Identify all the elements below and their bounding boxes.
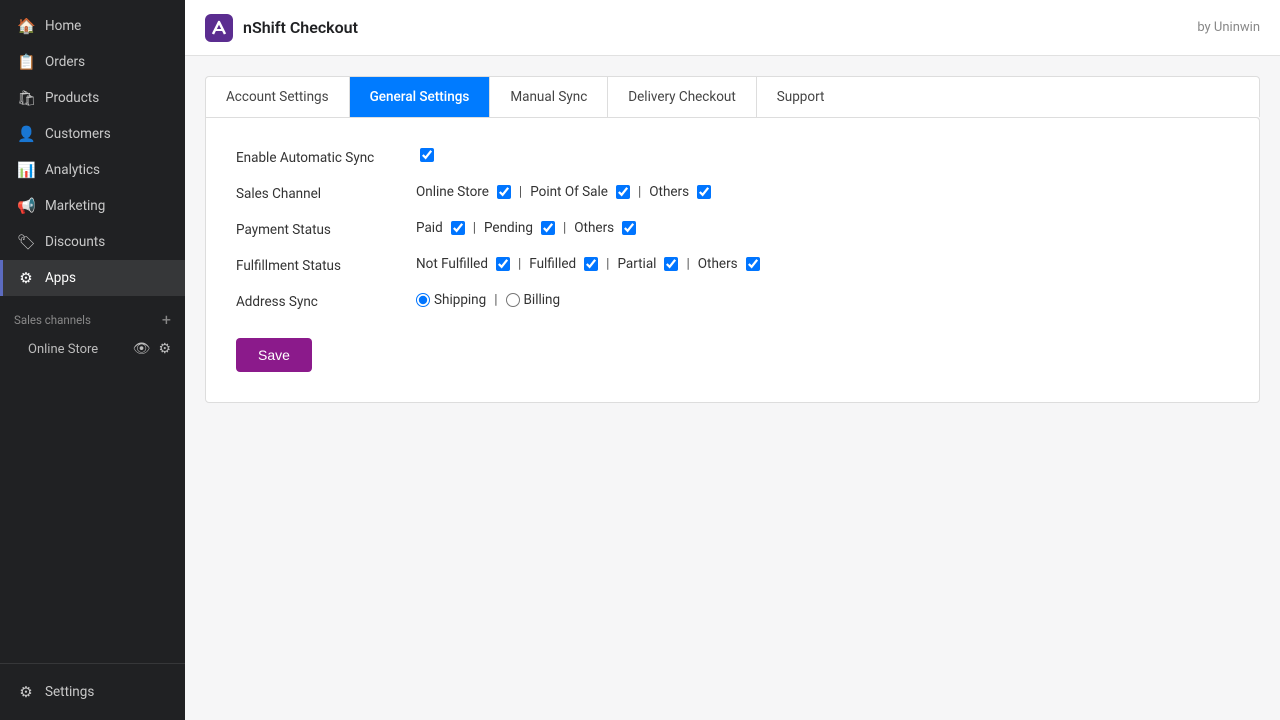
app-logo-icon — [205, 14, 233, 42]
settings-icon: ⚙ — [17, 683, 35, 701]
settings-panel: Enable Automatic Sync Sales Channel Onli… — [205, 117, 1260, 403]
app-name-text: nShift Checkout — [243, 18, 358, 37]
tab-support[interactable]: Support — [757, 77, 845, 117]
add-sales-channel-icon[interactable]: + — [162, 310, 171, 329]
sales-channel-point-of-sale[interactable]: Point Of Sale — [530, 184, 630, 200]
enable-auto-sync-checkbox[interactable] — [420, 148, 434, 162]
address-sync-billing-radio[interactable] — [506, 293, 520, 307]
payment-status-value: Paid | Pending | Others — [416, 220, 636, 236]
enable-auto-sync-row: Enable Automatic Sync — [236, 148, 1229, 166]
topbar: nShift Checkout by Uninwin — [185, 0, 1280, 56]
fulfillment-others[interactable]: Others — [698, 256, 760, 272]
apps-icon: ⚙ — [17, 269, 35, 287]
sidebar-item-online-store[interactable]: Online Store 👁 ⚙ — [0, 333, 185, 365]
sidebar-item-label-products: Products — [45, 90, 99, 106]
fulfillment-partial[interactable]: Partial — [617, 256, 678, 272]
home-icon: 🏠 — [17, 17, 35, 35]
sales-channel-row: Sales Channel Online Store | Point Of Sa… — [236, 184, 1229, 202]
sidebar-item-label-apps: Apps — [45, 270, 76, 286]
address-sync-billing[interactable]: Billing — [506, 292, 561, 308]
tab-general-settings[interactable]: General Settings — [350, 77, 491, 117]
payment-status-others[interactable]: Others — [574, 220, 636, 236]
online-store-label: Online Store — [28, 342, 98, 357]
settings-small-icon[interactable]: ⚙ — [158, 341, 171, 357]
enable-auto-sync-value — [416, 148, 434, 162]
fulfillment-fulfilled-checkbox[interactable] — [584, 257, 598, 271]
tab-manual-sync[interactable]: Manual Sync — [490, 77, 608, 117]
marketing-icon: 📢 — [17, 197, 35, 215]
sales-channel-others-checkbox[interactable] — [697, 185, 711, 199]
fulfillment-fulfilled[interactable]: Fulfilled — [529, 256, 598, 272]
sidebar-item-label-marketing: Marketing — [45, 198, 105, 214]
payment-status-others-checkbox[interactable] — [622, 221, 636, 235]
payment-status-pending[interactable]: Pending — [484, 220, 555, 236]
address-sync-value: Shipping | Billing — [416, 292, 560, 308]
sidebar-item-analytics[interactable]: 📊 Analytics — [0, 152, 185, 188]
sales-channels-section: Sales channels + — [0, 296, 185, 333]
sidebar-item-label-customers: Customers — [45, 126, 111, 142]
main-area: nShift Checkout by Uninwin Account Setti… — [185, 0, 1280, 720]
tabs-bar: Account SettingsGeneral SettingsManual S… — [205, 76, 1260, 117]
sidebar-item-label-discounts: Discounts — [45, 234, 105, 250]
sidebar-item-customers[interactable]: 👤 Customers — [0, 116, 185, 152]
address-sync-label: Address Sync — [236, 292, 396, 310]
sales-channel-value: Online Store | Point Of Sale | Others — [416, 184, 711, 200]
online-store-icons: 👁 ⚙ — [133, 341, 171, 357]
fulfillment-partial-checkbox[interactable] — [664, 257, 678, 271]
payment-status-row: Payment Status Paid | Pending | Others — [236, 220, 1229, 238]
fulfillment-status-row: Fulfillment Status Not Fulfilled | Fulfi… — [236, 256, 1229, 274]
address-sync-shipping-radio[interactable] — [416, 293, 430, 307]
orders-icon: 📋 — [17, 53, 35, 71]
address-sync-shipping[interactable]: Shipping — [416, 292, 486, 308]
sales-channel-label: Sales Channel — [236, 184, 396, 202]
customers-icon: 👤 — [17, 125, 35, 143]
fulfillment-others-checkbox[interactable] — [746, 257, 760, 271]
enable-auto-sync-label: Enable Automatic Sync — [236, 148, 396, 166]
sales-channels-label: Sales channels — [14, 313, 91, 327]
products-icon: 🛍 — [17, 89, 35, 107]
discounts-icon: 🏷 — [17, 233, 35, 251]
sidebar-item-orders[interactable]: 📋 Orders — [0, 44, 185, 80]
fulfillment-not-fulfilled-checkbox[interactable] — [496, 257, 510, 271]
payment-status-label: Payment Status — [236, 220, 396, 238]
tab-account-settings[interactable]: Account Settings — [206, 77, 350, 117]
sidebar: 🏠 Home 📋 Orders 🛍 Products 👤 Customers 📊… — [0, 0, 185, 720]
tab-delivery-checkout[interactable]: Delivery Checkout — [608, 77, 756, 117]
save-button[interactable]: Save — [236, 338, 312, 372]
sidebar-item-apps[interactable]: ⚙ Apps — [0, 260, 185, 296]
sidebar-item-label-orders: Orders — [45, 54, 85, 70]
sidebar-item-label-home: Home — [45, 18, 81, 34]
sales-channel-pos-checkbox[interactable] — [616, 185, 630, 199]
sidebar-item-marketing[interactable]: 📢 Marketing — [0, 188, 185, 224]
app-title: nShift Checkout — [205, 14, 358, 42]
settings-label: Settings — [45, 684, 94, 700]
payment-status-pending-checkbox[interactable] — [541, 221, 555, 235]
content-area: Account SettingsGeneral SettingsManual S… — [185, 56, 1280, 720]
eye-icon[interactable]: 👁 — [133, 341, 151, 357]
sidebar-bottom: ⚙ Settings — [0, 663, 185, 720]
payment-status-paid-checkbox[interactable] — [451, 221, 465, 235]
analytics-icon: 📊 — [17, 161, 35, 179]
fulfillment-status-label: Fulfillment Status — [236, 256, 396, 274]
payment-status-paid[interactable]: Paid — [416, 220, 465, 236]
fulfillment-status-value: Not Fulfilled | Fulfilled | Partial | — [416, 256, 760, 272]
sidebar-item-discounts[interactable]: 🏷 Discounts — [0, 224, 185, 260]
sales-channel-online-store-checkbox[interactable] — [497, 185, 511, 199]
fulfillment-not-fulfilled[interactable]: Not Fulfilled — [416, 256, 510, 272]
sidebar-item-products[interactable]: 🛍 Products — [0, 80, 185, 116]
address-sync-row: Address Sync Shipping | Billing — [236, 292, 1229, 310]
sidebar-item-home[interactable]: 🏠 Home — [0, 8, 185, 44]
sidebar-scroll: 🏠 Home 📋 Orders 🛍 Products 👤 Customers 📊… — [0, 0, 185, 663]
sales-channel-online-store[interactable]: Online Store — [416, 184, 511, 200]
sales-channel-others[interactable]: Others — [649, 184, 711, 200]
sidebar-item-settings[interactable]: ⚙ Settings — [0, 674, 185, 710]
by-label: by Uninwin — [1197, 20, 1260, 35]
sidebar-item-label-analytics: Analytics — [45, 162, 100, 178]
